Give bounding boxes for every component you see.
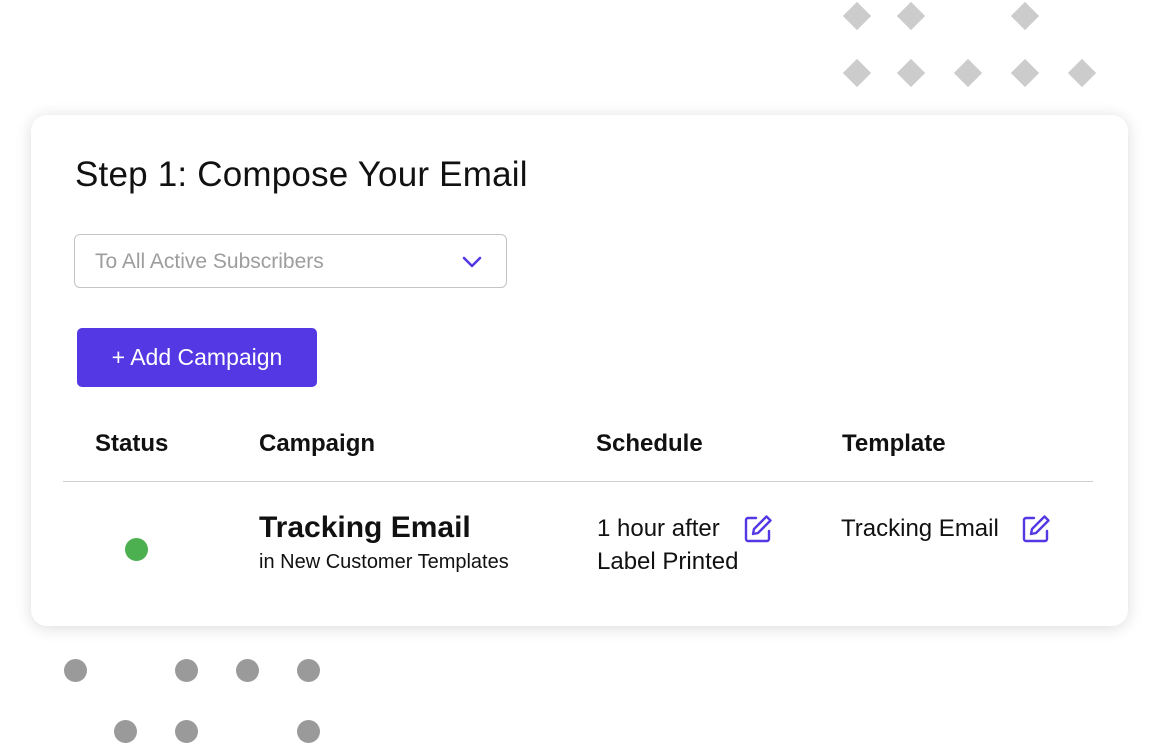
decorative-dot	[175, 720, 198, 743]
status-indicator-active	[125, 538, 148, 561]
decorative-diamond	[842, 1, 872, 31]
page-title: Step 1: Compose Your Email	[75, 155, 528, 194]
add-campaign-button[interactable]: + Add Campaign	[77, 328, 317, 387]
column-header-campaign: Campaign	[259, 430, 376, 457]
audience-select-value: To All Active Subscribers	[95, 250, 324, 273]
edit-template-icon[interactable]	[1020, 513, 1052, 545]
schedule-line-2: Label Printed	[597, 548, 739, 575]
decorative-diamond	[896, 58, 926, 88]
header-divider	[63, 481, 1093, 482]
template-name: Tracking Email	[841, 515, 999, 542]
decorative-diamond	[842, 58, 872, 88]
decorative-dot	[114, 720, 137, 743]
decorative-diamond	[1010, 58, 1040, 88]
decorative-dot	[297, 659, 320, 682]
compose-email-card: Step 1: Compose Your Email To All Active…	[31, 115, 1128, 626]
decorative-dot	[175, 659, 198, 682]
column-header-status: Status	[95, 430, 169, 457]
campaign-location: in New Customer Templates	[259, 551, 509, 573]
audience-select[interactable]: To All Active Subscribers	[74, 234, 507, 288]
decorative-dot	[64, 659, 87, 682]
campaign-name: Tracking Email	[259, 511, 471, 544]
decorative-diamond	[896, 1, 926, 31]
decorative-dot	[297, 720, 320, 743]
decorative-diamond	[1010, 1, 1040, 31]
chevron-down-icon	[462, 256, 482, 268]
edit-schedule-icon[interactable]	[742, 513, 774, 545]
column-header-template: Template	[842, 430, 946, 457]
decorative-dot	[236, 659, 259, 682]
schedule-line-1: 1 hour after	[597, 515, 720, 542]
decorative-diamond	[953, 58, 983, 88]
decorative-diamond	[1067, 58, 1097, 88]
column-header-schedule: Schedule	[596, 430, 703, 457]
